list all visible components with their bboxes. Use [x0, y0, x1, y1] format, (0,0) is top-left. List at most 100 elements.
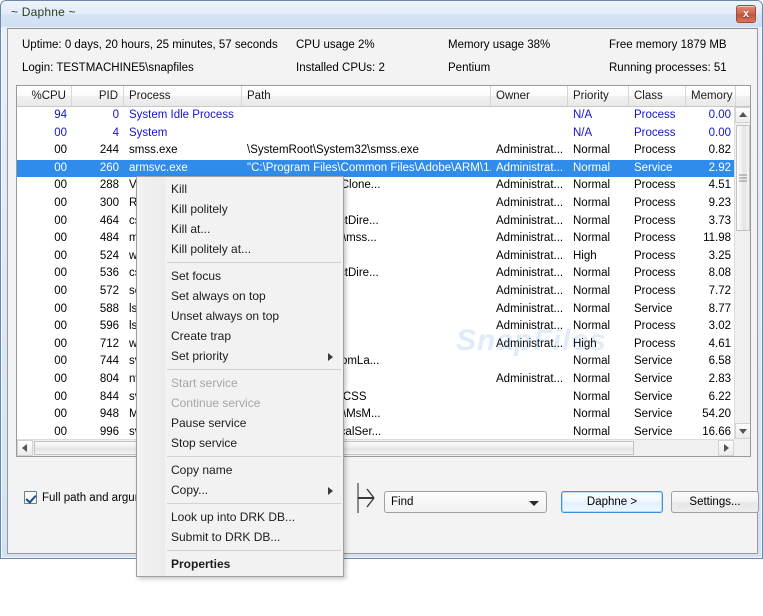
client-area: Uptime: 0 days, 20 hours, 25 minutes, 57…: [7, 28, 759, 554]
daphne-button[interactable]: Daphne >: [561, 491, 663, 513]
stat-label: CPU usage: [296, 39, 355, 51]
table-header-row: %CPU PID Process Path Owner Priority Class Memo…: [17, 86, 750, 107]
menu-item-pause-service[interactable]: Pause service: [137, 413, 343, 433]
menu-item-copy-name[interactable]: Copy name: [137, 460, 343, 480]
scroll-down-icon[interactable]: [735, 423, 750, 439]
cell-pid: 464: [99, 214, 119, 227]
column-header-process[interactable]: Process: [124, 86, 242, 106]
menu-item-unset-always-on-top[interactable]: Unset always on top: [137, 306, 343, 326]
menu-item-set-priority[interactable]: Set priority: [137, 346, 343, 366]
table-row[interactable]: 00536csr32\csrss.exe ObjectDire...Admini…: [17, 265, 734, 283]
column-header-path[interactable]: Path: [242, 86, 491, 106]
menu-item-submit-to-drk-db[interactable]: Submit to DRK DB...: [137, 527, 343, 547]
cell-priority: Normal: [573, 196, 611, 209]
table-row[interactable]: 00996sv\svchost.exe -k LocalSer...Normal…: [17, 424, 734, 439]
cell-cpu: 00: [54, 126, 67, 139]
cell-priority: Normal: [573, 144, 611, 157]
checkbox-check-icon: [24, 491, 37, 504]
menu-item-kill-politely[interactable]: Kill politely: [137, 199, 343, 219]
settings-button[interactable]: Settings...: [671, 491, 759, 513]
table-row[interactable]: 00288VCorate Bytes\VirtualClone...Admini…: [17, 177, 734, 195]
column-header-pid[interactable]: PID: [72, 86, 124, 106]
table-row[interactable]: 00 4 System N/A Process 0.00: [17, 125, 734, 143]
menu-item-kill-at[interactable]: Kill at...: [137, 219, 343, 239]
cell-path: "C:\Program Files\Common Files\Adobe\ARM…: [247, 161, 491, 174]
cell-class: Process: [634, 144, 676, 157]
menu-item-stop-service[interactable]: Stop service: [137, 433, 343, 453]
cell-cpu: 00: [54, 320, 67, 333]
column-header-memory[interactable]: Memory: [686, 86, 736, 106]
cell-class: Process: [634, 249, 676, 262]
column-header-cpu[interactable]: %CPU: [17, 86, 72, 106]
cell-cpu: 00: [54, 144, 67, 157]
menu-item-create-trap[interactable]: Create trap: [137, 326, 343, 346]
menu-item-label: Set focus: [171, 269, 222, 283]
table-row[interactable]: 00844sv\svchost.exe -k RPCSSNormalServic…: [17, 389, 734, 407]
menu-separator: [167, 262, 341, 263]
cell-path: [242, 125, 491, 143]
scroll-up-icon[interactable]: [735, 107, 750, 123]
stat-label: Login: TESTMACHINE5\snapfiles: [22, 62, 194, 74]
table-row[interactable]: 00948Mssoft Security Client\MsM...Normal…: [17, 406, 734, 424]
scroll-left-icon[interactable]: [17, 440, 33, 456]
table-row[interactable]: 00 260 armsvc.exe "C:\Program Files\Common …: [17, 159, 734, 178]
table-row[interactable]: 00712winAdministrat...HighProcess4.61: [17, 336, 734, 354]
column-header-priority[interactable]: Priority: [568, 86, 629, 106]
menu-item-look-up-into-drk-db[interactable]: Look up into DRK DB...: [137, 507, 343, 527]
cell-memory: 2.92: [708, 161, 731, 174]
menu-item-label: Submit to DRK DB...: [171, 530, 281, 544]
column-header-class[interactable]: Class: [629, 86, 686, 106]
cell-owner: Administrat...: [496, 372, 564, 385]
table-row[interactable]: 00524winAdministrat...HighProcess3.25: [17, 248, 734, 266]
menu-item-properties[interactable]: Properties: [137, 554, 343, 574]
cell-path: \SystemRoot\System32\smss.exe: [247, 144, 419, 157]
table-row[interactable]: 00804nv\nvvsvc.exeAdministrat...NormalSe…: [17, 371, 734, 389]
column-header-owner[interactable]: Owner: [491, 86, 568, 106]
stat-item: Pentium: [448, 62, 490, 74]
process-context-menu[interactable]: Kill Kill politely Kill at... Kill politely…: [136, 176, 344, 577]
cell-pid: 572: [99, 284, 119, 297]
table-row[interactable]: 00464csr32\csrss.exe ObjectDire...Admini…: [17, 213, 734, 231]
cell-cpu: 00: [54, 267, 67, 280]
cell-path: [242, 107, 491, 125]
cell-memory: 6.58: [708, 355, 731, 368]
table-row[interactable]: 00300Rtlol.exe"Administrat...NormalProce…: [17, 195, 734, 213]
menu-item-label: Look up into DRK DB...: [171, 510, 296, 524]
menu-item-label: Create trap: [171, 329, 232, 343]
find-dropdown[interactable]: Find: [384, 491, 547, 513]
vertical-scrollbar[interactable]: [734, 107, 750, 439]
scrollbar-corner: [734, 439, 750, 456]
cell-memory: 2.83: [708, 372, 731, 385]
cell-cpu: 00: [54, 337, 67, 350]
menu-item-set-focus[interactable]: Set focus: [137, 266, 343, 286]
menu-item-label: Start service: [171, 376, 238, 390]
cell-cpu: 00: [54, 372, 67, 385]
close-icon[interactable]: x: [736, 5, 756, 23]
cell-priority: Normal: [573, 302, 611, 315]
cell-class: Process: [634, 284, 676, 297]
table-row[interactable]: 00744sv\svchost.exe -k DcomLa...NormalSe…: [17, 353, 734, 371]
splitter-handle-icon[interactable]: [356, 483, 378, 513]
table-row[interactable]: 00572ser\services.exeAdministrat...Norma…: [17, 283, 734, 301]
horizontal-scrollbar[interactable]: [17, 439, 734, 456]
table-row[interactable]: 00596lsm\lsm.exeAdministrat...NormalProc…: [17, 318, 734, 336]
menu-item-set-always-on-top[interactable]: Set always on top: [137, 286, 343, 306]
table-row[interactable]: 00588lsa\lsass.exeAdministrat...NormalSe…: [17, 301, 734, 319]
cell-owner: Administrat...: [496, 267, 564, 280]
cell-priority: Normal: [573, 284, 611, 297]
menu-item-kill[interactable]: Kill: [137, 179, 343, 199]
table-row[interactable]: 94 0 System Idle Process N/A Process 0.00: [17, 107, 734, 125]
stat-value: 38%: [524, 39, 551, 51]
vscroll-thumb[interactable]: [736, 125, 750, 231]
cell-priority: Normal: [573, 372, 611, 385]
menu-item-kill-politely-at[interactable]: Kill politely at...: [137, 239, 343, 259]
menu-item-label: Stop service: [171, 436, 238, 450]
cell-memory: 3.73: [708, 214, 731, 227]
table-row[interactable]: 00484mssoft Security Client\mss...Admini…: [17, 230, 734, 248]
menu-item-copy[interactable]: Copy...: [137, 480, 343, 500]
scroll-right-icon[interactable]: [718, 440, 734, 456]
table-row[interactable]: 00 244 smss.exe \SystemRoot\System32\smss.e…: [17, 142, 734, 160]
app-root: ~ Daphne ~ x Uptime: 0 days, 20 hours, 2…: [0, 0, 763, 616]
cell-pid: 804: [99, 372, 119, 385]
full-path-checkbox[interactable]: Full path and argume: [24, 491, 151, 504]
